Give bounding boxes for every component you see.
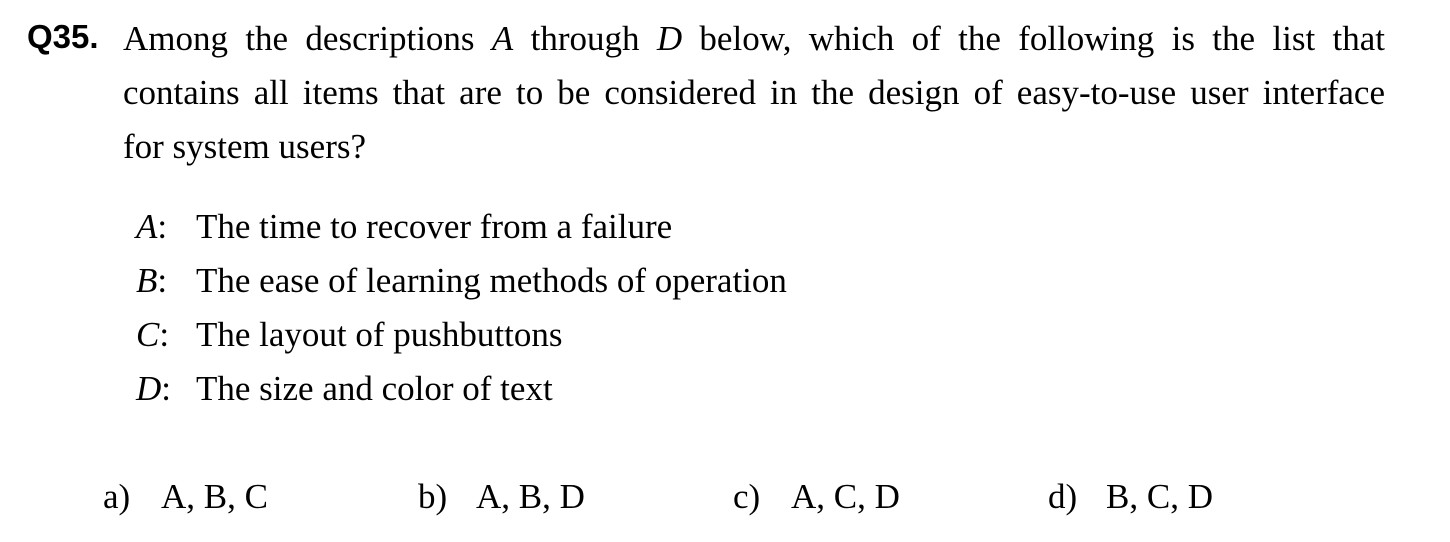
description-text: The time to recover from a failure	[196, 207, 673, 246]
description-text: The size and color of text	[196, 369, 553, 408]
description-item-c: C: The layout of pushbuttons	[136, 308, 787, 362]
description-key: B:	[136, 261, 168, 300]
option-letter: a)	[103, 477, 131, 516]
question-line-2: contains all items that are to be consid…	[123, 73, 1385, 112]
answer-options: a) A, B, C b) A, B, D c) A, C, D d) B, C, D	[103, 472, 1403, 522]
answer-option-d[interactable]: d) B, C, D	[1048, 472, 1213, 522]
option-letter: c)	[733, 477, 761, 516]
description-text: The ease of learning methods of operatio…	[196, 261, 787, 300]
description-text: The layout of pushbuttons	[196, 315, 563, 354]
answer-option-b[interactable]: b) A, B, D	[418, 472, 585, 522]
description-item-a: A: The time to recover from a failure	[136, 200, 787, 254]
question-text: Among the descriptions A through D below…	[123, 12, 1385, 174]
description-key: D:	[136, 369, 172, 408]
option-text: A, C, D	[791, 477, 900, 516]
option-letter: b)	[418, 477, 448, 516]
description-item-d: D: The size and color of text	[136, 362, 787, 416]
answer-option-c[interactable]: c) A, C, D	[733, 472, 900, 522]
description-key: A:	[136, 207, 168, 246]
description-item-b: B: The ease of learning methods of opera…	[136, 254, 787, 308]
question-line-3: for system users?	[123, 127, 367, 166]
option-text: A, B, C	[161, 477, 268, 516]
question-number: Q35.	[27, 18, 99, 55]
question-line-1: Among the descriptions A through D below…	[123, 19, 1385, 58]
option-text: A, B, D	[476, 477, 585, 516]
option-text: B, C, D	[1106, 477, 1213, 516]
option-letter: d)	[1048, 477, 1078, 516]
description-key: C:	[136, 315, 170, 354]
description-list: A: The time to recover from a failure B:…	[136, 200, 787, 416]
answer-option-a[interactable]: a) A, B, C	[103, 472, 268, 522]
